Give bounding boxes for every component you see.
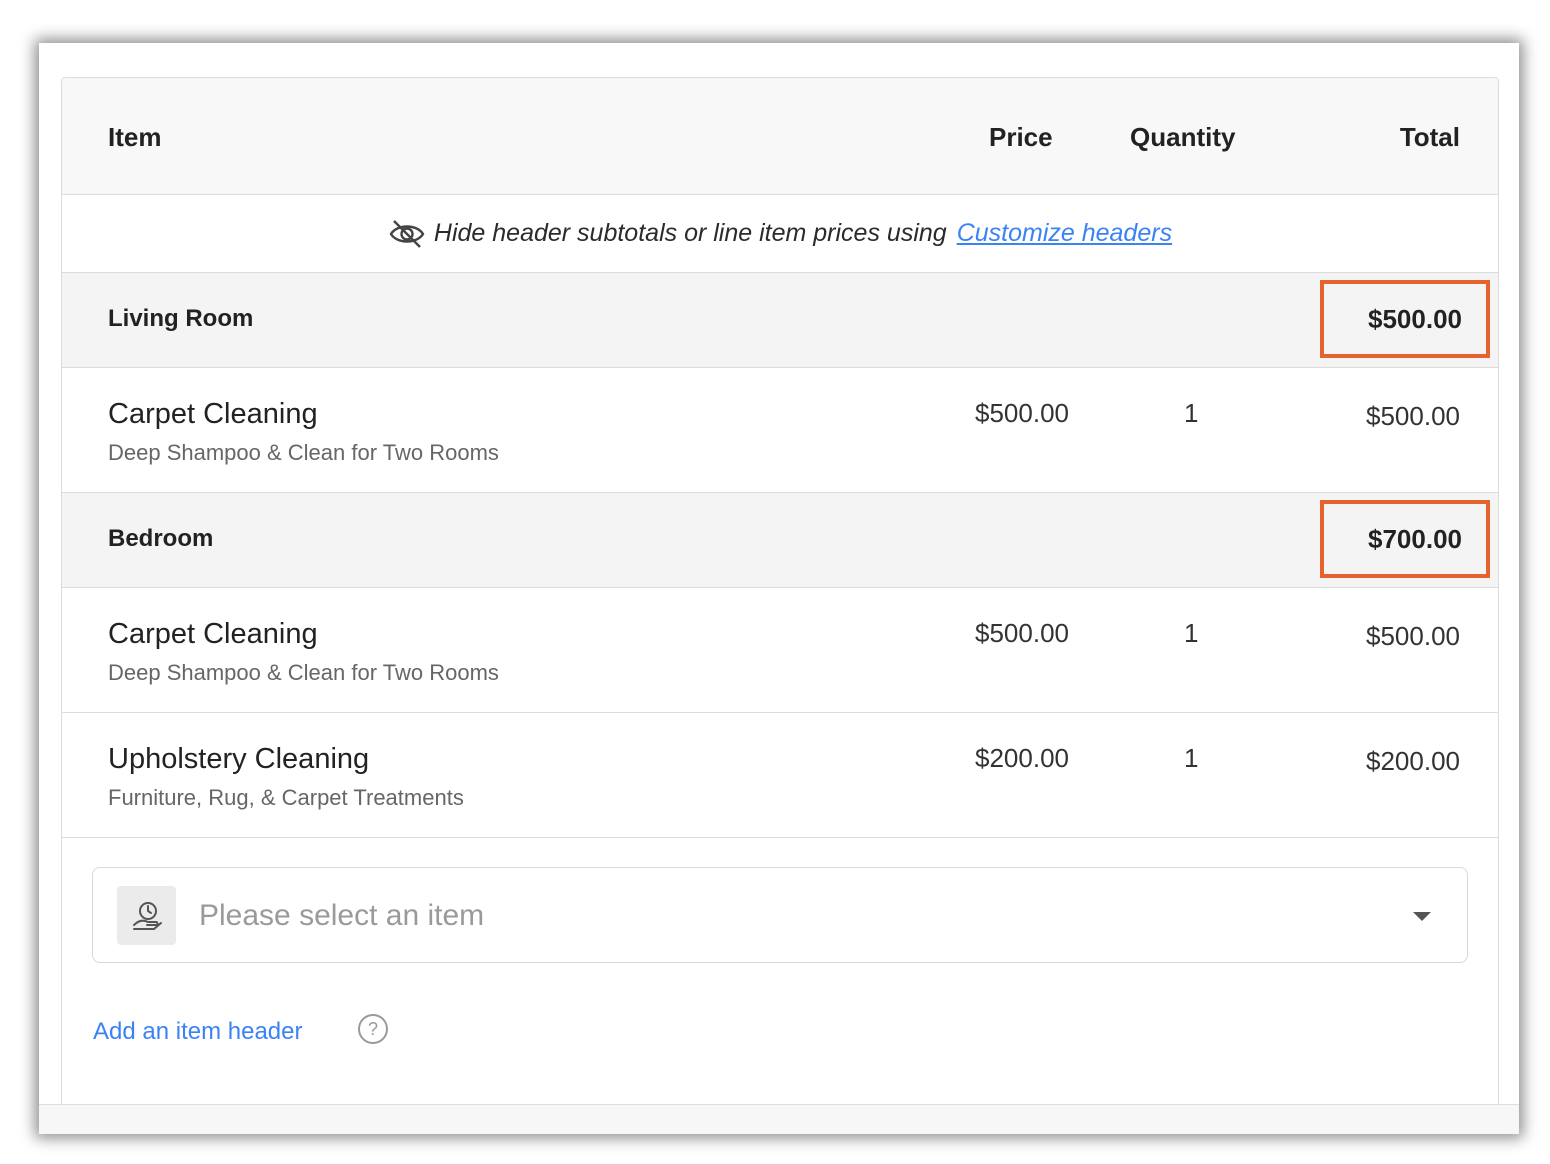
item-description: Deep Shampoo & Clean for Two Rooms [108,660,499,685]
group-header-living-room[interactable]: Living Room $500.00 [62,273,1498,368]
line-items-table: Item Price Quantity Total Hide header su… [61,77,1499,1104]
column-header-total: Total [1399,122,1460,152]
item-name: Carpet Cleaning [108,618,318,650]
group-subtotal-highlight: $700.00 [1320,500,1490,578]
group-subtotal-highlight: $500.00 [1320,280,1490,358]
item-price: $200.00 [975,743,1069,773]
caret-down-icon[interactable] [1413,912,1431,921]
customize-headers-link[interactable]: Customize headers [957,219,1172,248]
service-hand-icon [117,886,176,945]
line-item-row[interactable]: Upholstery Cleaning Furniture, Rug, & Ca… [62,713,1498,838]
item-total: $500.00 [1366,401,1460,431]
item-name: Carpet Cleaning [108,398,318,430]
bottom-strip [39,1104,1519,1134]
column-header-price: Price [989,122,1053,152]
item-select-dropdown[interactable]: Please select an item [92,867,1468,963]
group-subtotal: $500.00 [1368,303,1462,334]
group-header-bedroom[interactable]: Bedroom $700.00 [62,493,1498,588]
help-circle-icon[interactable]: ? [358,1014,388,1044]
hint-text: Hide header subtotals or line item price… [433,219,947,247]
item-price: $500.00 [975,398,1069,428]
column-header-quantity: Quantity [1130,122,1236,152]
item-description: Furniture, Rug, & Carpet Treatments [108,785,464,810]
item-name: Upholstery Cleaning [108,743,370,775]
eye-slash-icon [389,219,425,248]
window-frame: Item Price Quantity Total Hide header su… [39,43,1519,1134]
line-item-row[interactable]: Carpet Cleaning Deep Shampoo & Clean for… [62,588,1498,713]
item-quantity: 1 [1184,743,1199,773]
customize-hint: Hide header subtotals or line item price… [62,195,1498,273]
column-header-item: Item [108,122,162,152]
add-item-header-link[interactable]: Add an item header [93,1018,302,1046]
item-price: $500.00 [975,618,1069,648]
line-item-row[interactable]: Carpet Cleaning Deep Shampoo & Clean for… [62,368,1498,493]
item-description: Deep Shampoo & Clean for Two Rooms [108,440,499,465]
group-name: Bedroom [108,525,214,552]
table-header: Item Price Quantity Total [62,78,1498,195]
group-name: Living Room [108,305,254,332]
item-total: $200.00 [1366,746,1460,776]
item-select-placeholder: Please select an item [199,899,485,932]
item-quantity: 1 [1184,618,1199,648]
item-total: $500.00 [1366,621,1460,651]
item-quantity: 1 [1184,398,1199,428]
group-subtotal: $700.00 [1368,523,1462,554]
